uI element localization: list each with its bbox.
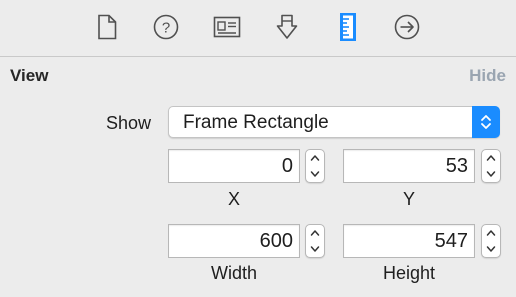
size-inspector-tab[interactable] <box>333 12 363 42</box>
width-stepper[interactable] <box>305 224 325 258</box>
y-input[interactable] <box>344 150 474 182</box>
section-title: View <box>10 66 49 85</box>
chevron-up-icon <box>310 155 320 161</box>
height-stepper-down[interactable] <box>482 241 500 257</box>
quick-help-tab[interactable]: ? <box>151 12 181 42</box>
y-stepper-down[interactable] <box>482 166 500 182</box>
height-stepper[interactable] <box>481 224 501 258</box>
identity-inspector-tab[interactable] <box>212 12 242 42</box>
x-label: X <box>227 189 240 209</box>
show-popup-button[interactable]: Frame Rectangle <box>168 106 500 138</box>
x-input[interactable] <box>169 150 299 182</box>
x-field[interactable] <box>168 149 300 183</box>
height-input[interactable] <box>344 225 474 257</box>
connections-inspector-tab[interactable] <box>392 12 422 42</box>
chevron-up-down-icon <box>481 115 491 129</box>
attributes-inspector-tab[interactable] <box>272 12 302 42</box>
show-popup-value: Frame Rectangle <box>183 112 329 133</box>
chevron-down-icon <box>486 246 496 252</box>
connections-icon <box>394 14 420 40</box>
height-field[interactable] <box>343 224 475 258</box>
width-label: Width <box>210 263 257 283</box>
x-stepper-down[interactable] <box>306 166 324 182</box>
y-stepper[interactable] <box>481 149 501 183</box>
width-field[interactable] <box>168 224 300 258</box>
x-stepper-up[interactable] <box>306 150 324 166</box>
file-inspector-tab[interactable] <box>92 12 122 42</box>
hide-button[interactable]: Hide <box>469 66 506 86</box>
y-label: Y <box>402 189 415 209</box>
chevron-up-icon <box>486 155 496 161</box>
width-stepper-down[interactable] <box>306 241 324 257</box>
y-stepper-up[interactable] <box>482 150 500 166</box>
file-icon <box>98 14 117 40</box>
identity-icon <box>213 16 241 38</box>
width-stepper-up[interactable] <box>306 225 324 241</box>
y-field[interactable] <box>343 149 475 183</box>
attributes-icon <box>276 14 298 39</box>
ruler-icon <box>340 13 356 41</box>
chevron-up-icon <box>310 230 320 236</box>
height-stepper-up[interactable] <box>482 225 500 241</box>
help-icon: ? <box>153 14 179 40</box>
width-input[interactable] <box>169 225 299 257</box>
svg-text:?: ? <box>162 20 170 37</box>
show-label: Show <box>106 113 152 133</box>
chevron-up-icon <box>486 230 496 236</box>
popup-arrows <box>472 106 500 138</box>
chevron-down-icon <box>486 171 496 177</box>
x-stepper[interactable] <box>305 149 325 183</box>
inspector-toolbar: ? <box>0 0 516 57</box>
chevron-down-icon <box>310 171 320 177</box>
height-label: Height <box>382 263 436 283</box>
chevron-down-icon <box>310 246 320 252</box>
